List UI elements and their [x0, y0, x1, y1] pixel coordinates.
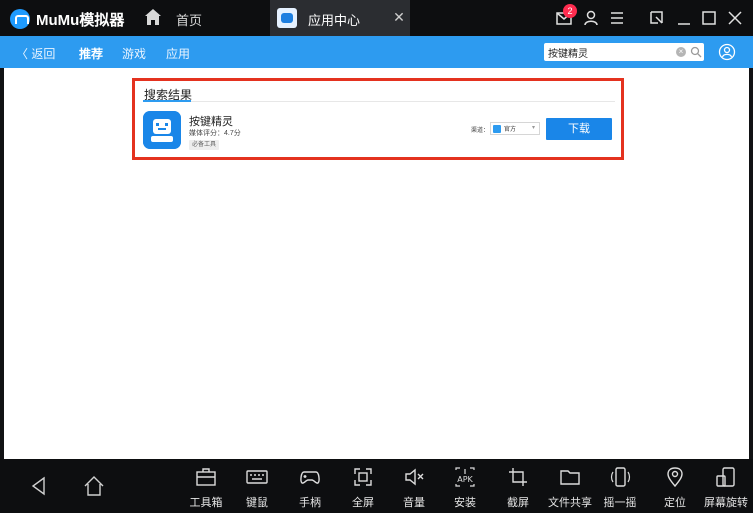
keyboard-icon: [246, 470, 268, 484]
channel-value: 官方: [504, 127, 517, 133]
keyboard-mouse-label: 键鼠: [246, 497, 268, 509]
account-icon[interactable]: [582, 9, 600, 27]
nav-bar: 〈 返回 推荐 游戏 应用 ×: [0, 36, 753, 68]
rotate-screen-button[interactable]: 屏幕旋转: [702, 463, 750, 511]
screenshot-button[interactable]: 截屏: [494, 463, 542, 511]
screenshot-label: 截屏: [507, 497, 529, 509]
anjian-jingling-app-icon[interactable]: [143, 111, 181, 149]
app-category-tag: 必备工具: [189, 140, 220, 150]
gamepad-button[interactable]: 手柄: [286, 463, 334, 511]
svg-text:APK: APK: [457, 475, 473, 484]
toolbox-button[interactable]: 工具箱: [182, 463, 230, 511]
nav-tab-recommend[interactable]: 推荐: [79, 45, 103, 62]
shake-label: 摇一摇: [603, 497, 637, 509]
shake-button[interactable]: 摇一摇: [596, 463, 644, 511]
keyboard-mouse-button[interactable]: 键鼠: [233, 463, 281, 511]
search-input[interactable]: [548, 43, 668, 61]
official-channel-icon: [493, 125, 501, 133]
folder-icon: [560, 470, 580, 485]
close-window-icon[interactable]: [726, 9, 744, 27]
bottom-toolbar: 工具箱 键鼠 手柄 全屏 音量 APK 安装 截屏 文件共享 摇一摇 定位 屏幕…: [0, 459, 753, 513]
tab-app-center-label: 应用中心: [308, 13, 361, 28]
app-rating: 媒体评分：4.7分: [189, 130, 241, 137]
location-icon: [667, 467, 683, 488]
tab-app-center[interactable]: 应用中心 ✕: [270, 0, 410, 36]
minimize-icon[interactable]: [675, 9, 693, 27]
location-button[interactable]: 定位: [651, 463, 699, 511]
file-share-button[interactable]: 文件共享: [546, 463, 594, 511]
channel-label: 渠道：: [471, 128, 490, 134]
android-home-icon[interactable]: [82, 474, 106, 498]
rotate-screen-icon: [716, 467, 735, 487]
mumu-logo-icon: [10, 9, 30, 29]
rotate-screen-label: 屏幕旋转: [704, 497, 748, 509]
divider: [143, 101, 615, 102]
tab-home-label: 首页: [176, 13, 203, 28]
gamepad-icon: [300, 471, 320, 484]
crop-icon: [509, 468, 527, 486]
user-profile-icon[interactable]: [718, 43, 736, 61]
volume-button[interactable]: 音量: [390, 463, 438, 511]
back-button[interactable]: 〈 返回: [16, 45, 55, 62]
home-icon: [145, 9, 161, 25]
app-title: MuMu模拟器: [36, 12, 125, 29]
tab-home[interactable]: 首页: [140, 0, 268, 36]
close-tab-icon[interactable]: ✕: [392, 10, 406, 24]
menu-icon[interactable]: [608, 9, 626, 27]
maximize-icon[interactable]: [700, 9, 718, 27]
content-area: 搜索结果 按键精灵 媒体评分：4.7分 必备工具 渠道： 官方 ▾ 下载: [4, 68, 749, 459]
clear-search-icon[interactable]: ×: [676, 47, 686, 57]
fullscreen-icon: [354, 468, 372, 486]
title-bar: MuMu模拟器 首页 应用中心 ✕ 2: [0, 0, 753, 36]
shake-icon: [610, 467, 631, 487]
volume-mute-icon: [405, 468, 424, 486]
chevron-down-icon: ▾: [532, 125, 536, 131]
search-box: ×: [544, 43, 704, 61]
toolbox-icon: [196, 468, 216, 486]
download-button[interactable]: 下载: [546, 118, 612, 140]
search-icon[interactable]: [690, 46, 702, 58]
install-apk-button[interactable]: APK 安装: [441, 463, 489, 511]
heading-underline: [143, 100, 191, 102]
nav-tab-games[interactable]: 游戏: [122, 45, 146, 62]
fullscreen-button[interactable]: 全屏: [339, 463, 387, 511]
gamepad-label: 手柄: [299, 497, 321, 509]
mail-badge: 2: [563, 4, 577, 18]
install-label: 安装: [454, 497, 476, 509]
channel-select[interactable]: 官方 ▾: [490, 122, 540, 135]
multi-window-icon[interactable]: [648, 9, 666, 27]
app-name[interactable]: 按键精灵: [189, 113, 233, 129]
nav-tab-apps[interactable]: 应用: [166, 45, 190, 62]
apk-install-icon: APK: [455, 467, 475, 487]
android-back-icon[interactable]: [28, 475, 50, 497]
search-results-panel: 搜索结果 按键精灵 媒体评分：4.7分 必备工具 渠道： 官方 ▾ 下载: [132, 78, 624, 160]
app-center-icon: [277, 8, 297, 28]
